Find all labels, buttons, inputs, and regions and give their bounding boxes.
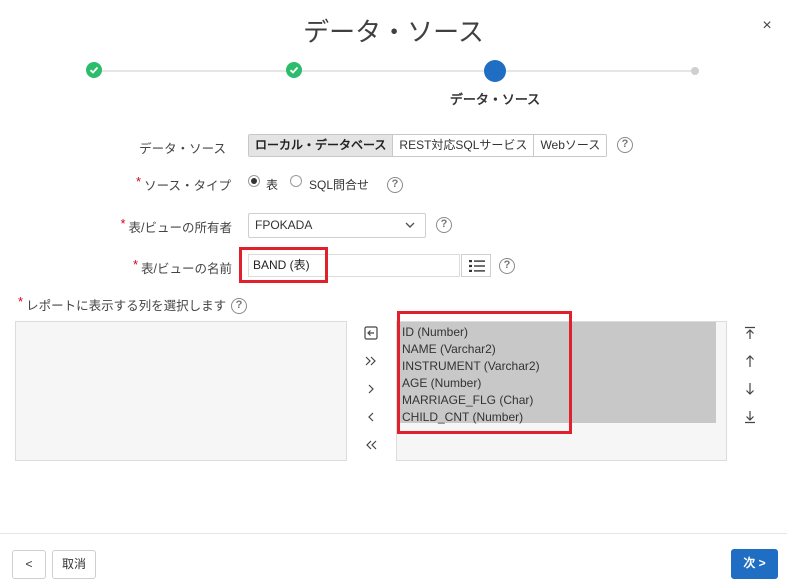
footer-divider [0,533,787,534]
help-icon[interactable]: ? [617,137,633,153]
data-source-label: データ・ソース [139,142,226,156]
owner-select-value: FPOKADA [255,218,313,232]
move-down-icon[interactable] [741,380,759,398]
columns-label-text: レポートに表示する列を選択します [26,299,227,313]
required-mark: * [120,216,126,231]
wizard-current-step-label: データ・ソース [449,92,541,107]
help-icon[interactable]: ? [499,258,515,274]
source-type-label-text: ソース・タイプ [144,179,231,193]
wizard-step-future [691,67,699,75]
next-button[interactable]: 次 > [731,549,778,579]
list-icon [469,260,485,272]
cancel-button[interactable]: 取消 [52,550,96,579]
help-icon[interactable]: ? [387,177,403,193]
help-icon[interactable]: ? [231,298,247,314]
columns-label: * レポートに表示する列を選択します [18,294,227,314]
reset-icon[interactable] [362,324,380,342]
move-left-icon[interactable] [362,408,380,426]
source-type-label: * ソース・タイプ [100,174,231,194]
highlight-frame-table-name [239,247,328,283]
available-columns-list[interactable] [15,321,347,461]
move-all-left-icon[interactable] [362,436,380,454]
move-right-icon[interactable] [362,380,380,398]
required-mark: * [136,174,142,189]
radio-sql-query-label[interactable]: SQL問合せ [309,176,369,193]
radio-table[interactable] [248,175,260,187]
wizard-step-1-check-icon [86,62,102,78]
owner-label: * 表/ビューの所有者 [100,216,232,236]
option-local-database[interactable]: ローカル・データベース [249,135,394,156]
data-source-segmented-control: ローカル・データベース REST対応SQLサービス Webソース [248,134,608,157]
dialog-title: データ・ソース [303,18,484,48]
table-name-label-text: 表/ビューの名前 [141,262,232,276]
move-top-icon[interactable] [741,324,759,342]
radio-sql-query[interactable] [290,175,302,187]
close-icon[interactable]: × [758,17,776,35]
help-icon[interactable]: ? [436,217,452,233]
required-mark: * [18,294,24,309]
chevron-down-icon [405,222,415,228]
wizard-step-current [484,60,506,82]
owner-label-text: 表/ビューの所有者 [128,221,232,235]
move-all-right-icon[interactable] [362,352,380,370]
wizard-step-2-check-icon [286,62,302,78]
wizard-progress-track [94,70,696,72]
table-name-label: * 表/ビューの名前 [100,257,232,277]
radio-table-label[interactable]: 表 [266,176,278,193]
option-rest-sql-service[interactable]: REST対応SQLサービス [393,135,535,156]
list-of-values-button[interactable] [461,254,491,277]
move-up-icon[interactable] [741,352,759,370]
required-mark: * [132,257,139,272]
option-web-source[interactable]: Webソース [534,135,607,156]
move-bottom-icon[interactable] [741,408,759,426]
back-button[interactable]: < [12,550,46,579]
highlight-frame-columns [397,311,572,434]
owner-select[interactable]: FPOKADA [248,213,426,238]
